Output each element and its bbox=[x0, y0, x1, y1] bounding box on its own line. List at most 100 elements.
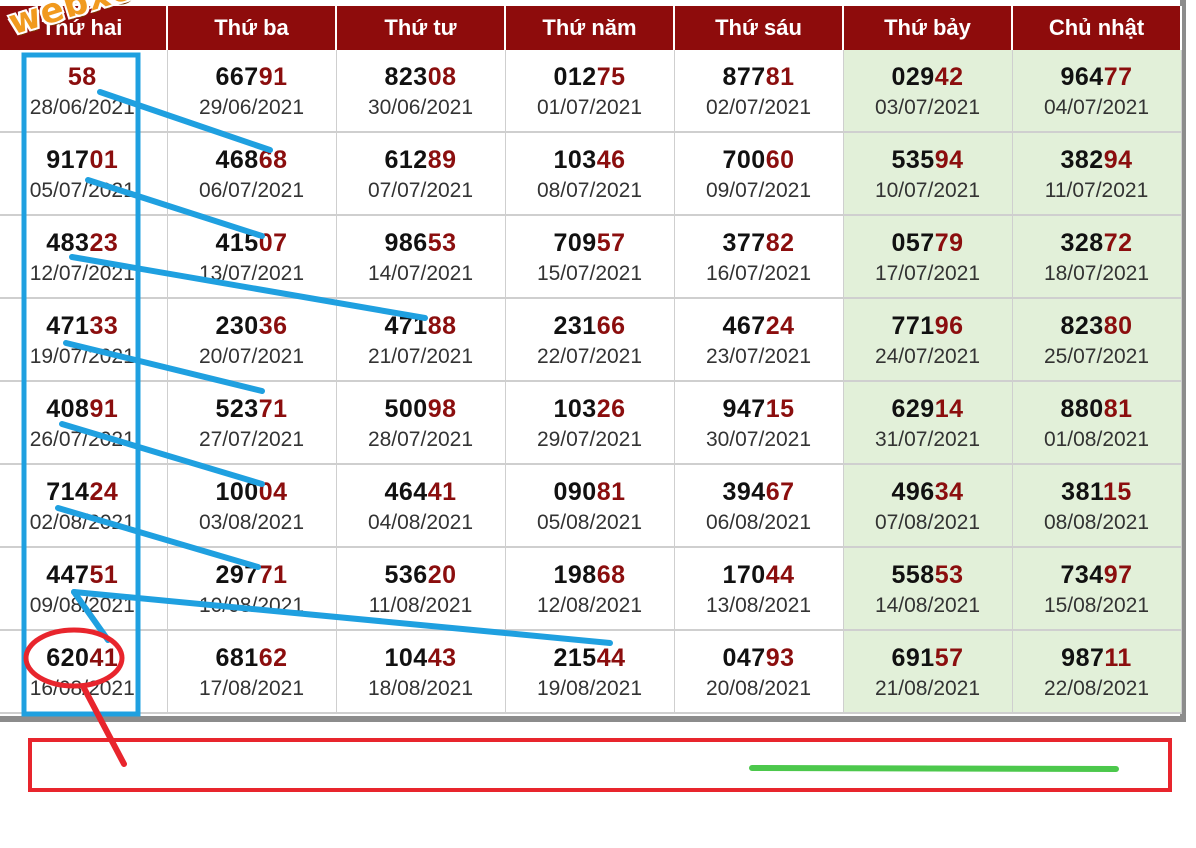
result-date: 02/07/2021 bbox=[705, 96, 812, 119]
result-number-head: 880 bbox=[1060, 395, 1104, 423]
result-number: 17044 bbox=[675, 561, 843, 590]
result-cell-wednesday: 61289 07/07/2021 bbox=[336, 132, 506, 216]
result-cell-sunday: 38115 08/08/2021 bbox=[1012, 464, 1182, 548]
result-number-head: 377 bbox=[722, 229, 766, 257]
header-saturday: Thứ bảy bbox=[843, 6, 1013, 50]
result-date: 08/07/2021 bbox=[536, 179, 643, 202]
result-date: 17/07/2021 bbox=[874, 262, 981, 285]
result-number-tail: 46 bbox=[596, 146, 626, 174]
result-number: 69157 bbox=[844, 644, 1012, 673]
result-number-tail: 15 bbox=[765, 395, 795, 423]
result-number-head: 823 bbox=[1060, 312, 1104, 340]
result-number-head: 629 bbox=[891, 395, 935, 423]
result-cell-saturday: 69157 21/08/2021 bbox=[843, 630, 1013, 714]
result-number-head: 103 bbox=[553, 395, 597, 423]
result-number-head: 558 bbox=[891, 561, 935, 589]
result-number-tail: 14 bbox=[934, 395, 964, 423]
result-date: 11/07/2021 bbox=[1044, 179, 1149, 202]
result-date: 11/08/2021 bbox=[368, 594, 473, 617]
result-date: 15/08/2021 bbox=[1043, 594, 1150, 617]
result-number-head: 029 bbox=[891, 63, 935, 91]
result-date: 23/07/2021 bbox=[705, 345, 812, 368]
result-number-head: 823 bbox=[384, 63, 428, 91]
result-date: 29/07/2021 bbox=[536, 428, 643, 451]
result-number-head: 447 bbox=[46, 561, 90, 589]
result-cell-friday: 04793 20/08/2021 bbox=[674, 630, 844, 714]
result-date: 10/08/2021 bbox=[198, 594, 305, 617]
result-number-head: 047 bbox=[722, 644, 766, 672]
result-number-head: 483 bbox=[46, 229, 90, 257]
result-date: 30/06/2021 bbox=[367, 96, 474, 119]
result-number: 10346 bbox=[506, 146, 674, 175]
result-number: 96477 bbox=[1013, 63, 1181, 92]
result-number-head: 947 bbox=[722, 395, 766, 423]
result-number-tail: 58 bbox=[67, 63, 97, 91]
result-date: 18/07/2021 bbox=[1043, 262, 1150, 285]
result-date: 03/08/2021 bbox=[198, 511, 305, 534]
result-number: 53594 bbox=[844, 146, 1012, 175]
result-date: 25/07/2021 bbox=[1043, 345, 1150, 368]
result-number-tail: 72 bbox=[1103, 229, 1133, 257]
result-number-head: 496 bbox=[891, 478, 935, 506]
result-date: 01/07/2021 bbox=[536, 96, 643, 119]
result-cell-monday: 71424 02/08/2021 bbox=[0, 464, 168, 548]
result-cell-thursday: 10326 29/07/2021 bbox=[505, 381, 675, 465]
result-date: 19/08/2021 bbox=[536, 677, 643, 700]
result-number-tail: 91 bbox=[258, 63, 288, 91]
table-row: 91701 05/07/2021 46868 06/07/2021 61289 07/07… bbox=[0, 132, 1182, 216]
result-number-head: 734 bbox=[1060, 561, 1104, 589]
result-date: 16/08/2021 bbox=[29, 677, 135, 700]
result-number: 10443 bbox=[337, 644, 505, 673]
result-cell-tuesday: 46868 06/07/2021 bbox=[167, 132, 337, 216]
result-number: 70957 bbox=[506, 229, 674, 258]
result-cell-wednesday: 10443 18/08/2021 bbox=[336, 630, 506, 714]
result-number-tail: 41 bbox=[89, 644, 119, 672]
result-number-head: 471 bbox=[46, 312, 90, 340]
result-number: 10004 bbox=[168, 478, 336, 507]
result-number-head: 681 bbox=[215, 644, 259, 672]
result-number-tail: 36 bbox=[258, 312, 288, 340]
result-cell-sunday: 38294 11/07/2021 bbox=[1012, 132, 1182, 216]
result-date: 20/08/2021 bbox=[705, 677, 812, 700]
result-number: 91701 bbox=[0, 146, 167, 175]
result-number-tail: 67 bbox=[765, 478, 795, 506]
result-number-head: 381 bbox=[1061, 478, 1104, 506]
result-date: 01/08/2021 bbox=[1043, 428, 1150, 451]
result-cell-thursday: 19868 12/08/2021 bbox=[505, 547, 675, 631]
result-date: 12/08/2021 bbox=[536, 594, 643, 617]
result-number: 46441 bbox=[337, 478, 505, 507]
result-number-head: 986 bbox=[384, 229, 428, 257]
result-cell-thursday: 23166 22/07/2021 bbox=[505, 298, 675, 382]
result-number-tail: 01 bbox=[89, 146, 119, 174]
header-row: Thứ hai Thứ ba Thứ tư Thứ năm Thứ sáu Th… bbox=[0, 6, 1182, 50]
result-number-tail: 20 bbox=[427, 561, 457, 589]
result-date: 04/08/2021 bbox=[367, 511, 474, 534]
result-date: 20/07/2021 bbox=[198, 345, 305, 368]
result-cell-tuesday: 23036 20/07/2021 bbox=[167, 298, 337, 382]
result-cell-saturday: 62914 31/07/2021 bbox=[843, 381, 1013, 465]
result-date: 12/07/2021 bbox=[29, 262, 135, 285]
result-date: 13/07/2021 bbox=[198, 262, 305, 285]
result-number: 94715 bbox=[675, 395, 843, 424]
result-number-tail: 34 bbox=[934, 478, 964, 506]
result-number-head: 170 bbox=[722, 561, 766, 589]
result-number: 52371 bbox=[168, 395, 336, 424]
result-number: 19868 bbox=[506, 561, 674, 590]
result-cell-monday: 40891 26/07/2021 bbox=[0, 381, 168, 465]
result-cell-saturday: 49634 07/08/2021 bbox=[843, 464, 1013, 548]
result-cell-wednesday: 46441 04/08/2021 bbox=[336, 464, 506, 548]
result-number-head: 620 bbox=[46, 644, 90, 672]
result-cell-saturday: 55853 14/08/2021 bbox=[843, 547, 1013, 631]
result-number-head: 198 bbox=[553, 561, 597, 589]
result-number-tail: 43 bbox=[427, 644, 457, 672]
result-cell-sunday: 32872 18/07/2021 bbox=[1012, 215, 1182, 299]
result-date: 14/07/2021 bbox=[367, 262, 474, 285]
result-cell-tuesday: 66791 29/06/2021 bbox=[167, 50, 337, 133]
result-number-tail: 11 bbox=[1104, 644, 1132, 672]
result-cell-wednesday: 98653 14/07/2021 bbox=[336, 215, 506, 299]
result-date: 05/07/2021 bbox=[29, 179, 135, 202]
result-number-head: 964 bbox=[1060, 63, 1104, 91]
result-number-tail: 62 bbox=[258, 644, 288, 672]
result-number-head: 215 bbox=[553, 644, 597, 672]
result-date: 05/08/2021 bbox=[536, 511, 643, 534]
